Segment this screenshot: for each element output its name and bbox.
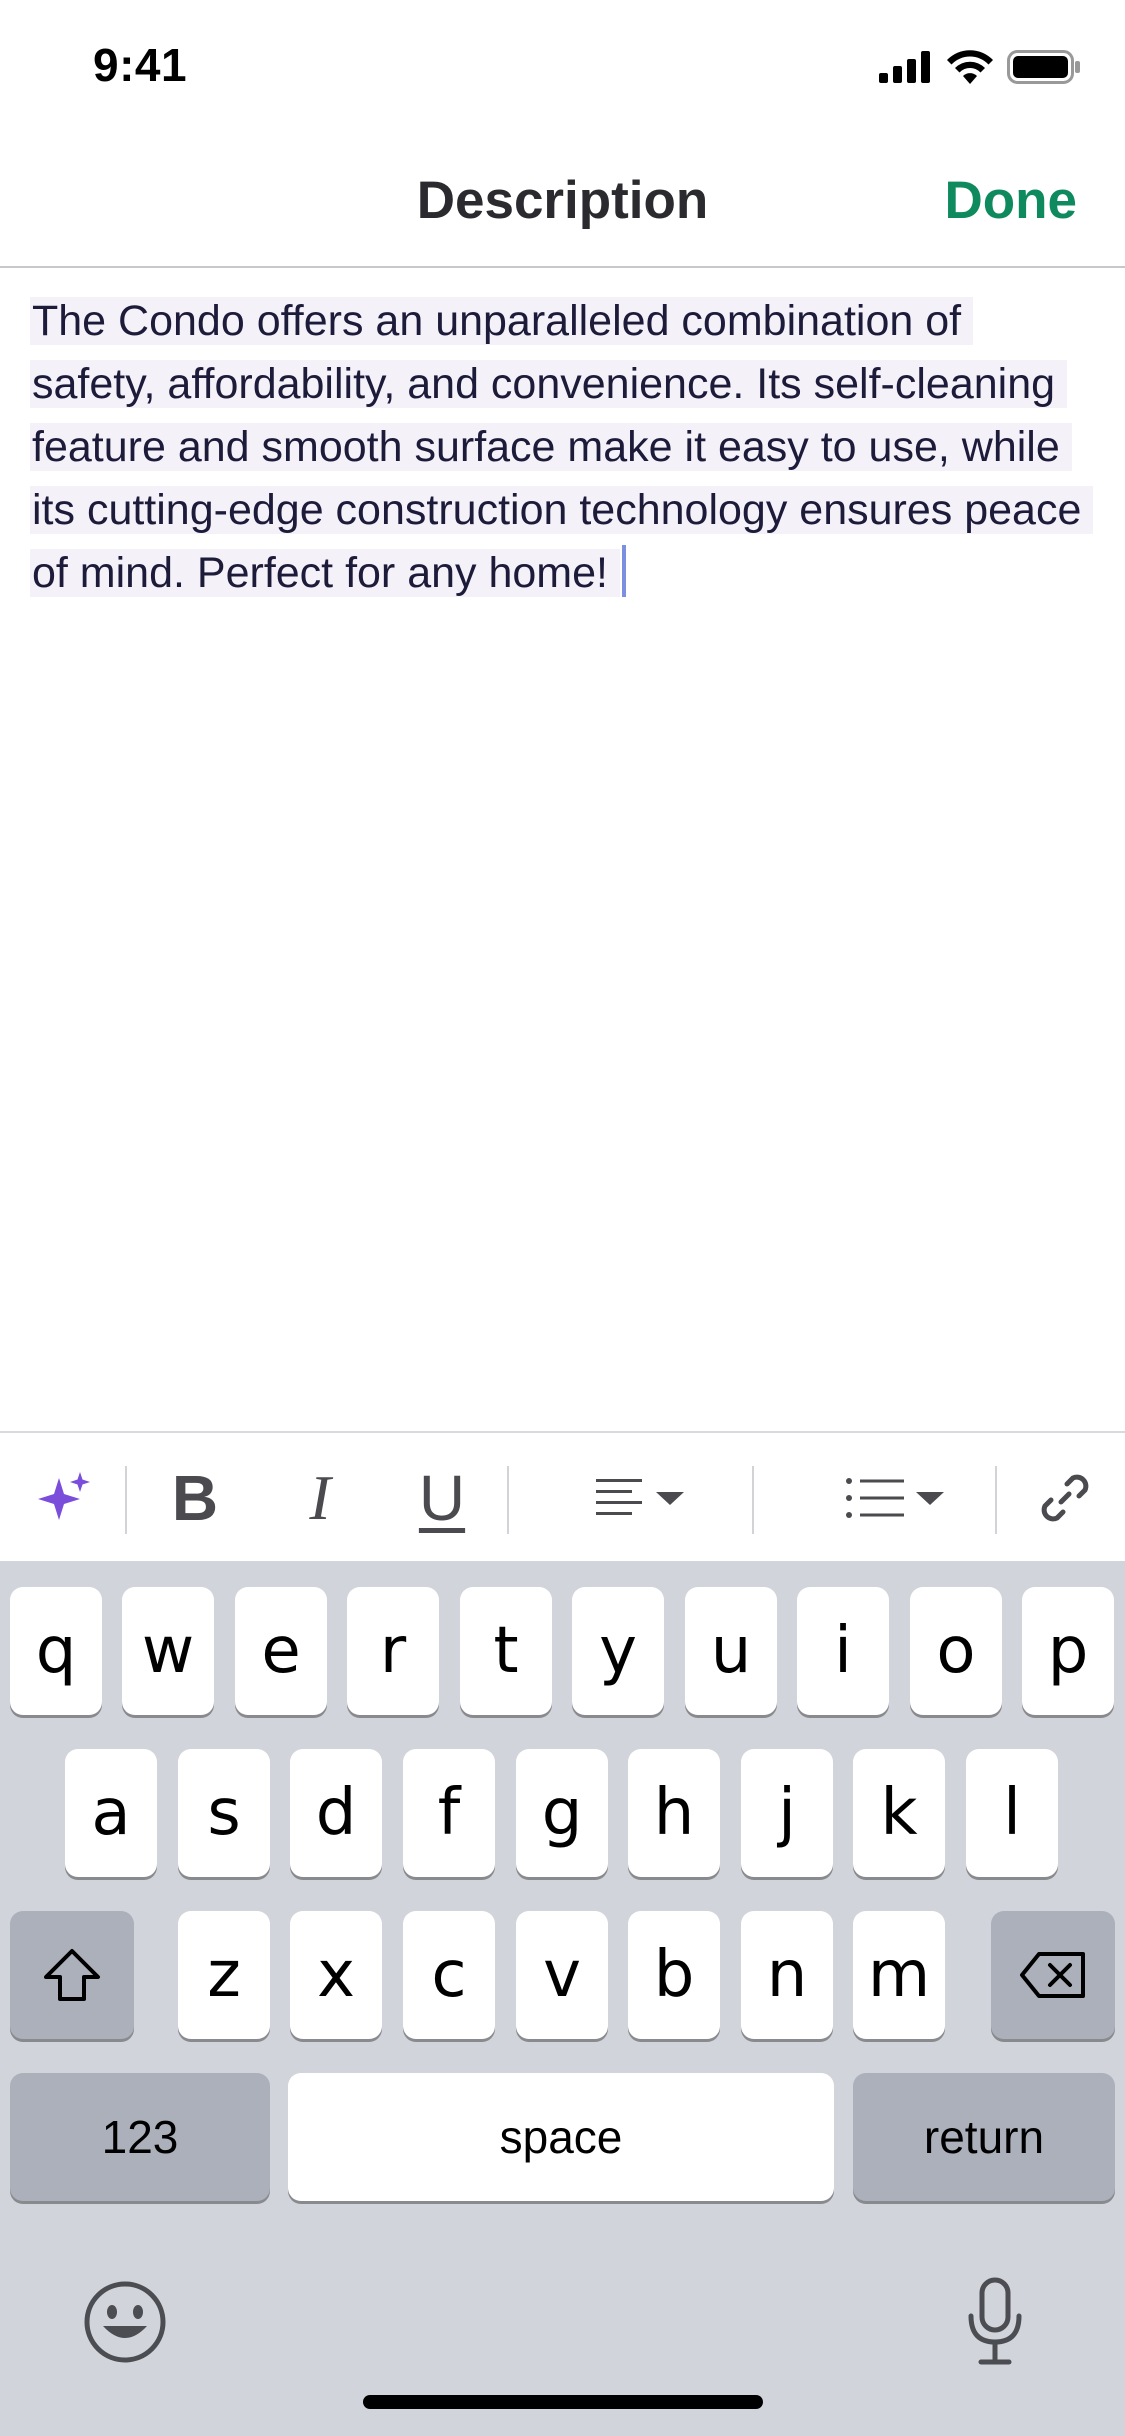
link-icon (1041, 1474, 1089, 1522)
status-icons (879, 50, 1081, 84)
toolbar-divider (507, 1466, 509, 1534)
key-n[interactable]: n (741, 1911, 833, 2039)
key-v[interactable]: v (516, 1911, 608, 2039)
key-o[interactable]: o (910, 1587, 1002, 1715)
italic-icon: I (309, 1462, 331, 1533)
key-z[interactable]: z (178, 1911, 270, 2039)
navigation-bar: Description Done (0, 140, 1125, 268)
return-key[interactable]: return (853, 2073, 1115, 2201)
text-caret (622, 545, 626, 597)
key-x[interactable]: x (290, 1911, 382, 2039)
ai-assist-button[interactable] (20, 1433, 110, 1563)
key-t[interactable]: t (460, 1587, 552, 1715)
key-r[interactable]: r (347, 1587, 439, 1715)
emoji-button[interactable] (80, 2277, 170, 2367)
text-align-button[interactable] (580, 1433, 700, 1563)
key-e[interactable]: e (235, 1587, 327, 1715)
bold-icon: B (171, 1462, 219, 1534)
bullet-list-icon (846, 1478, 904, 1518)
battery-icon (1007, 50, 1080, 84)
underline-icon: U (418, 1462, 466, 1534)
cellular-signal-icon (879, 51, 930, 83)
description-text: The Condo offers an unparalleled combina… (30, 297, 1094, 597)
key-h[interactable]: h (628, 1749, 720, 1877)
backspace-icon (1020, 1952, 1085, 1998)
align-left-icon (596, 1479, 642, 1515)
shift-icon (44, 1949, 100, 2001)
key-g[interactable]: g (516, 1749, 608, 1877)
key-m[interactable]: m (853, 1911, 945, 2039)
key-i[interactable]: i (797, 1587, 889, 1715)
key-l[interactable]: l (966, 1749, 1058, 1877)
chevron-down-icon (656, 1492, 684, 1505)
key-q[interactable]: q (10, 1587, 102, 1715)
delete-key[interactable] (991, 1911, 1115, 2039)
status-bar: 9:41 (0, 0, 1125, 140)
home-indicator (363, 2395, 763, 2409)
key-p[interactable]: p (1022, 1587, 1114, 1715)
toolbar-divider (995, 1466, 997, 1534)
done-button[interactable]: Done (945, 170, 1078, 231)
key-j[interactable]: j (741, 1749, 833, 1877)
key-d[interactable]: d (290, 1749, 382, 1877)
status-time: 9:41 (93, 39, 188, 91)
keyboard: q w e r t y u i o p a s d f g h j k l z … (0, 1561, 1125, 2436)
italic-button[interactable]: I (275, 1433, 365, 1563)
key-s[interactable]: s (178, 1749, 270, 1877)
shift-key[interactable] (10, 1911, 134, 2039)
toolbar-divider (125, 1466, 127, 1534)
toolbar-divider (752, 1466, 754, 1534)
dictation-button[interactable] (955, 2267, 1035, 2377)
microphone-icon (968, 2277, 1022, 2365)
key-b[interactable]: b (628, 1911, 720, 2039)
chevron-down-icon (916, 1492, 944, 1505)
bold-button[interactable]: B (150, 1433, 240, 1563)
insert-link-button[interactable] (1020, 1433, 1110, 1563)
formatting-toolbar: B I U (0, 1431, 1125, 1563)
key-w[interactable]: w (122, 1587, 214, 1715)
key-c[interactable]: c (403, 1911, 495, 2039)
wifi-icon (947, 50, 993, 84)
space-key[interactable]: space (288, 2073, 834, 2201)
key-a[interactable]: a (65, 1749, 157, 1877)
key-u[interactable]: u (685, 1587, 777, 1715)
underline-button[interactable]: U (397, 1433, 487, 1563)
key-k[interactable]: k (853, 1749, 945, 1877)
description-editor[interactable]: The Condo offers an unparalleled combina… (30, 290, 1094, 605)
sparkles-icon (38, 1472, 90, 1520)
key-y[interactable]: y (572, 1587, 664, 1715)
key-f[interactable]: f (403, 1749, 495, 1877)
numbers-key[interactable]: 123 (10, 2073, 270, 2201)
emoji-icon (84, 2281, 166, 2363)
list-button[interactable] (830, 1433, 960, 1563)
